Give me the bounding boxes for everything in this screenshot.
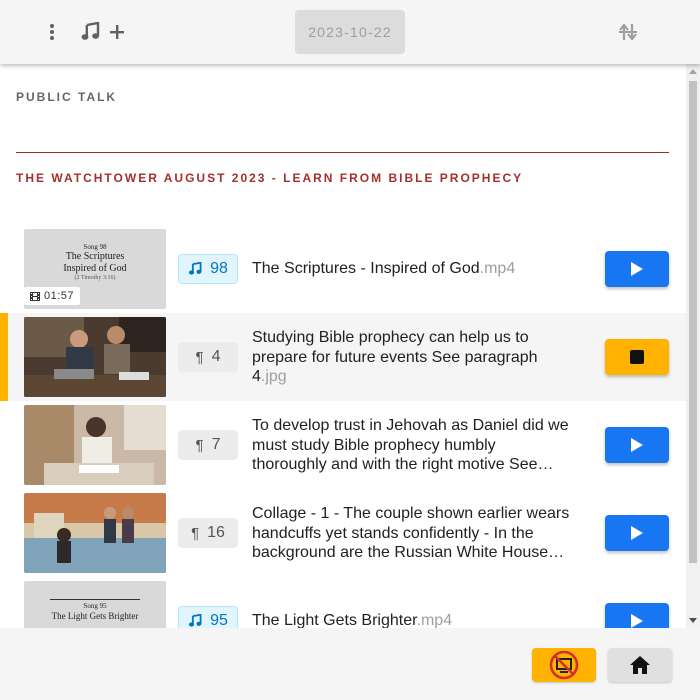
section-title-public-talk: PUBLIC TALK — [16, 90, 118, 104]
media-title: The Scriptures - Inspired of God.mp4 — [252, 259, 572, 279]
media-title: To develop trust in Jehovah as Daniel di… — [252, 416, 572, 476]
thumb-song-title: The Light Gets Brighter — [51, 611, 139, 621]
paragraph-number-badge: ¶ 4 — [178, 342, 238, 372]
thumb-song-reference: (2 Timothy 3:16) — [74, 275, 116, 281]
media-item-paragraph-4[interactable]: ¶ 4 Studying Bible prophecy can help us … — [0, 313, 686, 401]
badge-number: 7 — [211, 436, 221, 453]
scroll-down-arrow[interactable] — [689, 618, 697, 623]
pilcrow-icon: ¶ — [195, 436, 204, 454]
music-note-icon — [81, 22, 100, 40]
media-item-song-95[interactable]: Song 95 The Light Gets Brighter 95 The L… — [0, 577, 686, 628]
media-item-paragraph-16[interactable]: ¶ 16 Collage - 1 - The couple shown earl… — [0, 489, 686, 577]
thumbnail-image — [24, 405, 166, 485]
pilcrow-icon: ¶ — [195, 348, 204, 366]
badge-number: 95 — [210, 612, 228, 628]
top-app-bar: 2023-10-22 — [0, 0, 700, 64]
media-thumbnail[interactable] — [24, 317, 166, 397]
media-window-off-icon — [549, 650, 579, 680]
media-title-text: To develop trust in Jehovah as Daniel di… — [252, 417, 569, 473]
music-note-icon — [189, 262, 202, 275]
media-title: Studying Bible prophecy can help us to p… — [252, 328, 572, 388]
play-button[interactable] — [605, 603, 669, 628]
thumb-song-title-2: Inspired of God — [63, 263, 127, 274]
thumbnail-image — [24, 317, 166, 397]
duration-badge: 01:57 — [24, 287, 81, 305]
film-icon — [30, 291, 40, 301]
stop-button[interactable] — [605, 339, 669, 375]
media-title-text: Collage - 1 - The couple shown earlier w… — [252, 505, 570, 561]
song-number-badge: 98 — [178, 254, 238, 284]
badge-number: 16 — [207, 524, 225, 541]
sort-button[interactable] — [612, 16, 644, 48]
pilcrow-icon: ¶ — [191, 524, 200, 542]
thumb-rule — [50, 599, 140, 600]
media-thumbnail[interactable] — [24, 405, 166, 485]
more-vertical-icon — [50, 24, 54, 40]
play-icon — [631, 262, 643, 276]
file-extension: .mp4 — [416, 612, 453, 628]
now-playing-indicator — [0, 313, 8, 401]
media-title: Collage - 1 - The couple shown earlier w… — [252, 504, 572, 564]
paragraph-number-badge: ¶ 7 — [178, 430, 238, 460]
thumb-song-title-1: The Scriptures — [65, 251, 125, 262]
scroll-up-arrow[interactable] — [689, 69, 697, 74]
more-options-button[interactable] — [36, 16, 68, 48]
plus-icon — [110, 25, 124, 39]
section-title-watchtower: THE WATCHTOWER AUGUST 2023 - LEARN FROM … — [16, 171, 524, 185]
section-divider — [16, 152, 669, 153]
thumbnail-image — [24, 493, 166, 573]
media-thumbnail[interactable] — [24, 493, 166, 573]
media-list: PUBLIC TALK THE WATCHTOWER AUGUST 2023 -… — [0, 64, 686, 628]
badge-number: 4 — [211, 348, 221, 365]
paragraph-number-badge: ¶ 16 — [178, 518, 238, 548]
song-number-badge: 95 — [178, 606, 238, 628]
duration-text: 01:57 — [44, 290, 75, 302]
play-button[interactable] — [605, 515, 669, 551]
sort-swap-icon — [619, 23, 637, 41]
date-selector-button[interactable]: 2023-10-22 — [295, 10, 405, 54]
home-icon — [630, 656, 650, 674]
thumb-song-number: Song 95 — [83, 602, 107, 610]
file-extension: .jpg — [260, 368, 287, 385]
scrollbar-thumb[interactable] — [689, 81, 697, 563]
badge-number: 98 — [210, 260, 228, 277]
media-title-text: The Light Gets Brighter — [252, 612, 417, 628]
media-title: The Light Gets Brighter.mp4 — [252, 611, 572, 628]
file-extension: .mp4 — [479, 260, 516, 277]
home-button[interactable] — [608, 648, 672, 682]
play-button[interactable] — [605, 251, 669, 287]
play-button[interactable] — [605, 427, 669, 463]
play-icon — [631, 438, 643, 452]
play-icon — [631, 526, 643, 540]
media-item-song-98[interactable]: Song 98 The Scriptures Inspired of God (… — [0, 225, 686, 313]
music-note-icon — [189, 614, 202, 627]
play-icon — [631, 614, 643, 628]
bottom-bar — [0, 628, 700, 700]
media-item-paragraph-7[interactable]: ¶ 7 To develop trust in Jehovah as Danie… — [0, 401, 686, 489]
stop-icon — [630, 350, 644, 364]
thumb-song-number: Song 98 — [83, 243, 107, 251]
toggle-media-window-button[interactable] — [532, 648, 596, 682]
vertical-scrollbar[interactable] — [686, 64, 700, 628]
media-title-text: Studying Bible prophecy can help us to p… — [252, 329, 538, 385]
media-title-text: The Scriptures - Inspired of God — [252, 260, 480, 277]
media-thumbnail[interactable]: Song 95 The Light Gets Brighter — [24, 581, 166, 628]
add-media-button[interactable] — [101, 16, 133, 48]
